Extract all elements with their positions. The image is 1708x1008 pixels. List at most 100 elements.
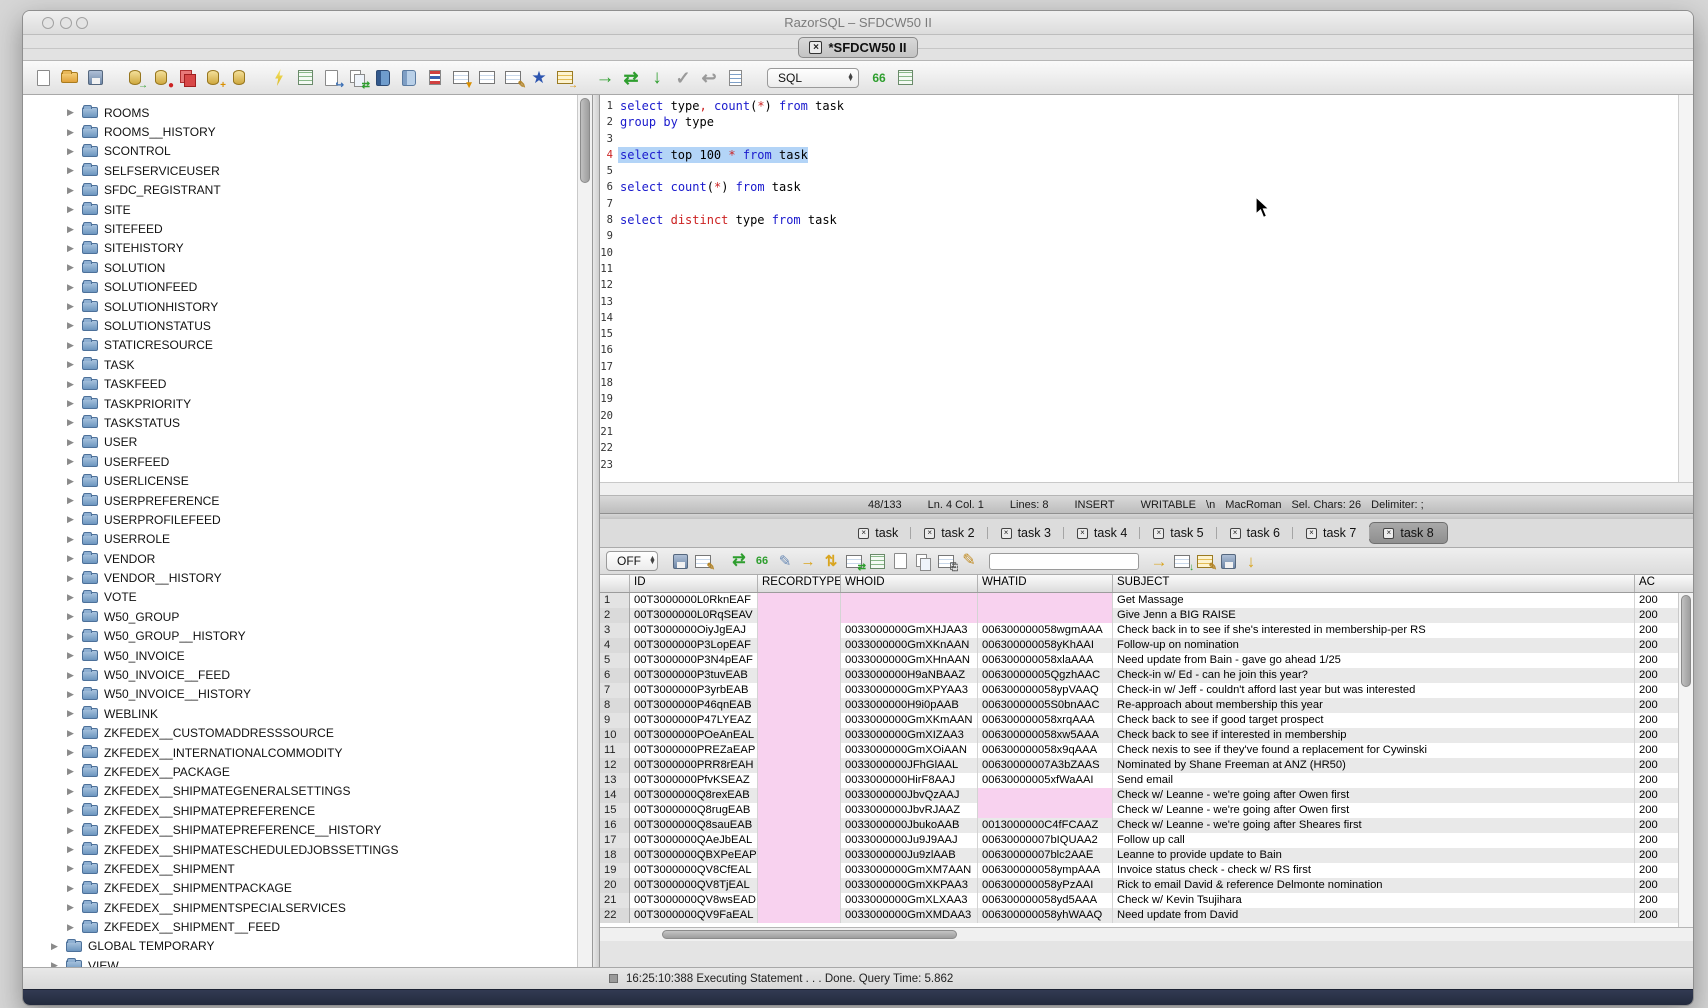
cell-id[interactable]: 00T3000000PRR8rEAH <box>630 758 758 773</box>
cell-id[interactable]: 00T3000000OiyJgEAJ <box>630 623 758 638</box>
result-tab-task-5[interactable]: ×task 5 <box>1140 523 1216 543</box>
validate-icon[interactable]: ✓ <box>671 66 695 90</box>
cell-id[interactable]: 00T3000000QV8wsEAD <box>630 893 758 908</box>
disclosure-triangle-icon[interactable]: ▶ <box>67 243 76 254</box>
cell-whoid[interactable]: 0033000000GmXKPAA3 <box>841 878 978 893</box>
result-tab-task-7[interactable]: ×task 7 <box>1293 523 1369 543</box>
cell-activitydate[interactable]: 200 <box>1635 668 1681 683</box>
tab-close-icon[interactable]: × <box>1230 528 1241 539</box>
database-icon[interactable] <box>227 66 251 90</box>
cell-whatid[interactable]: 006300000058x9qAAA <box>978 743 1113 758</box>
cell-whatid[interactable]: 006300000058xlaAAA <box>978 653 1113 668</box>
cell-whatid[interactable]: 00630000005S0bnAAC <box>978 698 1113 713</box>
tree-scrollbar-thumb[interactable] <box>580 98 590 183</box>
generate-sql-icon[interactable]: ↪ <box>319 66 343 90</box>
tree-item-sfdc-registrant[interactable]: ▶SFDC_REGISTRANT <box>23 181 576 200</box>
cell-whatid[interactable]: 0013000000C4fFCAAZ <box>978 818 1113 833</box>
result-tab-task-6[interactable]: ×task 6 <box>1217 523 1293 543</box>
download-icon[interactable]: ↓ <box>1240 550 1262 572</box>
tab-close-icon[interactable]: × <box>1383 528 1394 539</box>
disclosure-triangle-icon[interactable]: ▶ <box>67 922 76 933</box>
mode-dropdown[interactable]: SQL ▲▼ <box>767 68 859 88</box>
cell-recordtypeid[interactable] <box>758 803 841 818</box>
refresh-icon[interactable]: ⇄ <box>345 66 369 90</box>
table-row[interactable]: 100T3000000L0RknEAFGet Massage200 <box>600 593 1693 608</box>
disclosure-triangle-icon[interactable]: ▶ <box>67 514 76 525</box>
cell-activitydate[interactable]: 200 <box>1635 623 1681 638</box>
tree-item-solutionhistory[interactable]: ▶SOLUTIONHISTORY <box>23 297 576 316</box>
cell-id[interactable]: 00T3000000QAeJbEAL <box>630 833 758 848</box>
disclosure-triangle-icon[interactable]: ▶ <box>67 631 76 642</box>
cell-subject[interactable]: Get Massage <box>1113 593 1635 608</box>
cell-subject[interactable]: Follow up call <box>1113 833 1635 848</box>
copy-table-icon[interactable]: ⎘ <box>935 550 957 572</box>
cell-recordtypeid[interactable] <box>758 668 841 683</box>
row-number-cell[interactable]: 2 <box>600 608 630 623</box>
row-number-cell[interactable]: 20 <box>600 878 630 893</box>
describe-table-icon[interactable] <box>293 66 317 90</box>
cell-subject[interactable]: Invoice status check - check w/ RS first <box>1113 863 1635 878</box>
connect-icon[interactable]: → <box>123 66 147 90</box>
grid-hscrollbar[interactable] <box>600 927 1693 941</box>
table-row[interactable]: 2000T3000000QV8TjEAL0033000000GmXKPAA300… <box>600 878 1693 893</box>
cell-id[interactable]: 00T3000000PREZaEAP <box>630 743 758 758</box>
cell-whoid[interactable]: 0033000000GmXM7AAN <box>841 863 978 878</box>
tree-item-vote[interactable]: ▶VOTE <box>23 588 576 607</box>
row-number-cell[interactable]: 6 <box>600 668 630 683</box>
cell-whatid[interactable]: 00630000007A3bZAAS <box>978 758 1113 773</box>
insert-row-icon[interactable]: → <box>797 550 819 572</box>
cell-activitydate[interactable]: 200 <box>1635 698 1681 713</box>
table-row[interactable]: 2200T3000000QV9FaEAL0033000000GmXMDAA300… <box>600 908 1693 923</box>
cell-whoid[interactable] <box>841 608 978 623</box>
cell-subject[interactable]: Check back in to see if she's interested… <box>1113 623 1635 638</box>
row-number-cell[interactable]: 11 <box>600 743 630 758</box>
editor-scrollbar[interactable] <box>1678 95 1693 482</box>
cell-whatid[interactable] <box>978 593 1113 608</box>
sort-rows-icon[interactable]: ⇅ <box>820 550 842 572</box>
cell-recordtypeid[interactable] <box>758 683 841 698</box>
zoom-button[interactable] <box>76 17 88 29</box>
cell-recordtypeid[interactable] <box>758 593 841 608</box>
grid-search-input[interactable] <box>989 553 1139 570</box>
tree-item-rooms[interactable]: ▶ROOMS <box>23 103 576 122</box>
cell-whoid[interactable]: 0033000000H9aNBAAZ <box>841 668 978 683</box>
cell-recordtypeid[interactable] <box>758 758 841 773</box>
cell-whatid[interactable] <box>978 803 1113 818</box>
cell-recordtypeid[interactable] <box>758 848 841 863</box>
tree-item-zkfedex-internationalcommodity[interactable]: ▶ZKFEDEX__INTERNATIONALCOMMODITY <box>23 743 576 762</box>
disclosure-triangle-icon[interactable]: ▶ <box>67 573 76 584</box>
quotes-icon[interactable]: 66 <box>867 66 891 90</box>
grid-vscrollbar[interactable] <box>1678 593 1693 927</box>
cell-subject[interactable]: Rick to email David & reference Delmonte… <box>1113 878 1635 893</box>
cell-id[interactable]: 00T3000000Q8rexEAB <box>630 788 758 803</box>
fetch-icon[interactable]: ↓ <box>645 66 669 90</box>
cell-activitydate[interactable]: 200 <box>1635 848 1681 863</box>
tree-item-zkfedex-shipment[interactable]: ▶ZKFEDEX__SHIPMENT <box>23 859 576 878</box>
disclosure-triangle-icon[interactable]: ▶ <box>67 282 76 293</box>
cell-subject[interactable]: Check w/ Leanne - we're going after Shea… <box>1113 818 1635 833</box>
table-row[interactable]: 400T3000000P3LopEAF0033000000GmXKnAAN006… <box>600 638 1693 653</box>
cell-activitydate[interactable]: 200 <box>1635 653 1681 668</box>
save-grid-icon[interactable] <box>1217 550 1239 572</box>
row-number-cell[interactable]: 1 <box>600 593 630 608</box>
disclosure-triangle-icon[interactable]: ▶ <box>67 805 76 816</box>
tree-item-rooms-history[interactable]: ▶ROOMS__HISTORY <box>23 122 576 141</box>
tree-item-w50-invoice-feed[interactable]: ▶W50_INVOICE__FEED <box>23 665 576 684</box>
tree-item-weblink[interactable]: ▶WEBLINK <box>23 704 576 723</box>
tree-item-sitehistory[interactable]: ▶SITEHISTORY <box>23 239 576 258</box>
cell-subject[interactable]: Check nexis to see if they've found a re… <box>1113 743 1635 758</box>
cell-whoid[interactable]: 0033000000GmXIZAA3 <box>841 728 978 743</box>
cell-id[interactable]: 00T3000000P3tuvEAB <box>630 668 758 683</box>
disclosure-triangle-icon[interactable]: ▶ <box>67 204 76 215</box>
tree-item-w50-group-history[interactable]: ▶W50_GROUP__HISTORY <box>23 627 576 646</box>
row-number-cell[interactable]: 13 <box>600 773 630 788</box>
cell-activitydate[interactable]: 200 <box>1635 683 1681 698</box>
cell-whatid[interactable]: 006300000058wgmAAA <box>978 623 1113 638</box>
table-row[interactable]: 1100T3000000PREZaEAP0033000000GmXOiAAN00… <box>600 743 1693 758</box>
disclosure-triangle-icon[interactable]: ▶ <box>67 786 76 797</box>
refresh-results-icon[interactable]: ⇄ <box>728 550 750 572</box>
tree-item-solutionstatus[interactable]: ▶SOLUTIONSTATUS <box>23 316 576 335</box>
undo-icon[interactable]: ↩ <box>697 66 721 90</box>
cell-subject[interactable]: Nominated by Shane Freeman at ANZ (HR50) <box>1113 758 1635 773</box>
cell-whoid[interactable]: 0033000000GmXHJAA3 <box>841 623 978 638</box>
